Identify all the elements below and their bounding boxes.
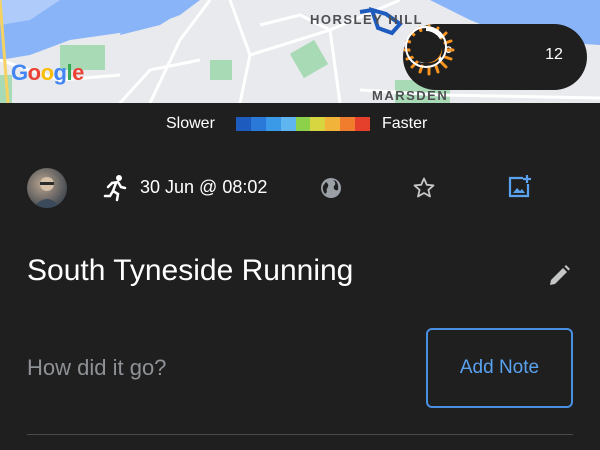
legend-color-segment xyxy=(236,117,251,131)
add-note-button[interactable]: Add Note xyxy=(426,328,573,408)
star-icon[interactable] xyxy=(412,176,436,200)
legend-color-segment xyxy=(295,117,311,131)
legend-color-segment xyxy=(325,117,341,131)
running-icon xyxy=(103,175,127,202)
legend-color-segment xyxy=(250,117,266,131)
edit-pencil-icon[interactable] xyxy=(546,263,572,289)
legend-color-segment xyxy=(310,117,326,131)
uv-index-ring xyxy=(405,26,447,68)
avatar[interactable] xyxy=(27,168,67,208)
activity-date: 30 Jun @ 08:02 xyxy=(140,177,268,197)
map-label-marsden: MARSDEN xyxy=(372,88,449,103)
legend-color-segment xyxy=(340,117,356,131)
route-map[interactable]: HORSLEY HILL MARSDEN Google 54° 12 xyxy=(0,0,600,103)
legend-color-segment xyxy=(280,117,296,131)
pace-legend: Slower Faster xyxy=(0,103,600,143)
divider xyxy=(27,434,573,435)
google-logo: Google xyxy=(11,60,84,85)
legend-color-segment xyxy=(265,117,281,131)
activity-title: South Tyneside Running xyxy=(27,254,354,287)
add-photo-icon[interactable] xyxy=(506,174,532,200)
weather-badge[interactable]: 54° 12 xyxy=(403,24,587,90)
uv-index-value: 12 xyxy=(545,46,563,63)
legend-faster-label: Faster xyxy=(382,115,428,132)
pace-gradient-bar xyxy=(236,117,371,131)
globe-icon[interactable] xyxy=(319,176,343,200)
legend-color-segment xyxy=(355,117,371,131)
legend-slower-label: Slower xyxy=(166,115,215,132)
note-input-placeholder[interactable]: How did it go? xyxy=(27,355,166,381)
